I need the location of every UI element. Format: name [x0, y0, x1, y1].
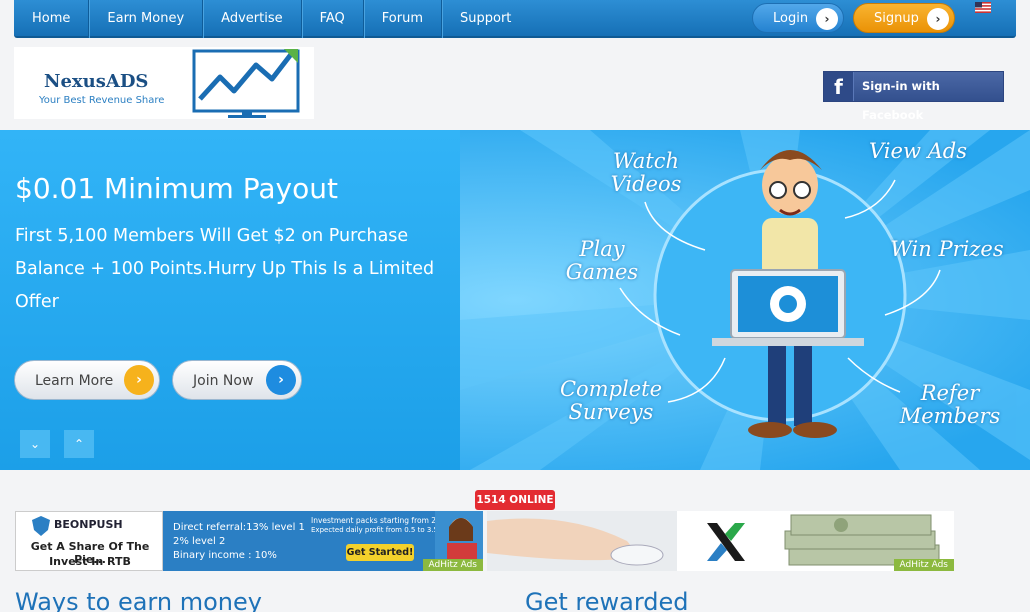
banner-ad-beonpush[interactable]: BEONPUSH Get A Share Of The Pie... Inves… [15, 511, 483, 571]
ad-info: Expected daily profit from 0.5 to 3.5% [311, 526, 445, 534]
learn-more-label: Learn More [35, 373, 114, 389]
top-navigation-bar: Home Earn Money Advertise FAQ Forum Supp… [14, 0, 1016, 38]
facebook-signin-button[interactable]: f Sign-in with Facebook [823, 71, 1004, 122]
join-now-label: Join Now [193, 373, 254, 389]
ad-bullet: Direct referral:13% level 1 [173, 522, 305, 533]
nav-advertise[interactable]: Advertise [203, 0, 302, 38]
nav-support[interactable]: Support [442, 0, 529, 38]
join-now-button[interactable]: Join Now › [172, 360, 302, 400]
feature-watch-videos: Watch Videos [610, 149, 682, 196]
feature-complete-surveys: Complete Surveys [559, 377, 663, 424]
signup-label: Signup [874, 11, 919, 26]
site-logo[interactable]: NexusADS Your Best Revenue Share [14, 47, 314, 119]
get-rewarded-heading: Get rewarded [525, 588, 689, 612]
hero-text-panel: $0.01 Minimum Payout First 5,100 Members… [0, 130, 460, 470]
online-count-badge: 1514 ONLINE [475, 490, 555, 510]
learn-more-button[interactable]: Learn More › [14, 360, 160, 400]
nav-earn-money[interactable]: Earn Money [89, 0, 204, 38]
logo-tagline: Your Best Revenue Share [39, 95, 165, 106]
banner-ad-images[interactable]: AdHitz Ads [487, 511, 954, 571]
monitor-chart-icon [192, 49, 300, 118]
slide-down-button[interactable]: ⌄ [20, 430, 50, 458]
hand-mouse-image [487, 511, 677, 571]
ad-get-started-button[interactable]: Get Started! [346, 544, 414, 561]
facebook-signin-label: Sign-in with Facebook [862, 79, 940, 122]
shield-icon [32, 516, 50, 536]
chevron-right-icon: › [927, 8, 949, 30]
feature-view-ads: View Ads [869, 139, 967, 163]
chevron-up-icon: ⌃ [73, 437, 85, 451]
ad-bullet: 2% level 2 [173, 536, 226, 547]
hero-title: $0.01 Minimum Payout [15, 172, 338, 205]
feature-play-games: Play Games [565, 237, 639, 284]
feature-refer-members: Refer Members [899, 381, 1001, 428]
ad-subline: Invest In RTB [49, 555, 131, 568]
x-logo-icon [707, 523, 745, 561]
nav-faq[interactable]: FAQ [302, 0, 364, 38]
feature-win-prizes: Win Prizes [890, 237, 1004, 261]
chevron-right-icon: › [816, 8, 838, 30]
ad-network-tag: AdHitz Ads [422, 559, 483, 571]
us-flag-icon[interactable] [975, 2, 991, 13]
ad-bullet: Binary income : 10% [173, 550, 277, 561]
chevron-down-icon: ⌄ [29, 437, 41, 451]
main-menu: Home Earn Money Advertise FAQ Forum Supp… [14, 0, 529, 38]
signup-button[interactable]: Signup › [853, 3, 955, 33]
ad-brand-panel: BEONPUSH Get A Share Of The Pie... Inves… [15, 511, 163, 571]
slide-up-button[interactable]: ⌃ [64, 430, 94, 458]
nav-forum[interactable]: Forum [364, 0, 443, 38]
chevron-right-icon: › [266, 365, 296, 395]
login-label: Login [773, 11, 809, 26]
facebook-icon: f [824, 72, 854, 101]
hero-subtitle: First 5,100 Members Will Get $2 on Purch… [15, 226, 435, 312]
ad-brand: BEONPUSH [54, 518, 123, 531]
chevron-right-icon: › [124, 365, 154, 395]
logo-name: NexusADS [44, 71, 149, 92]
ad-info: Investment packs starting from 20$ [311, 516, 446, 525]
ways-to-earn-heading: Ways to earn money [15, 588, 262, 612]
ad-network-tag: AdHitz Ads [893, 559, 954, 571]
login-button[interactable]: Login › [752, 3, 844, 33]
hero-banner: $0.01 Minimum Payout First 5,100 Members… [0, 130, 1030, 470]
nav-home[interactable]: Home [14, 0, 90, 38]
